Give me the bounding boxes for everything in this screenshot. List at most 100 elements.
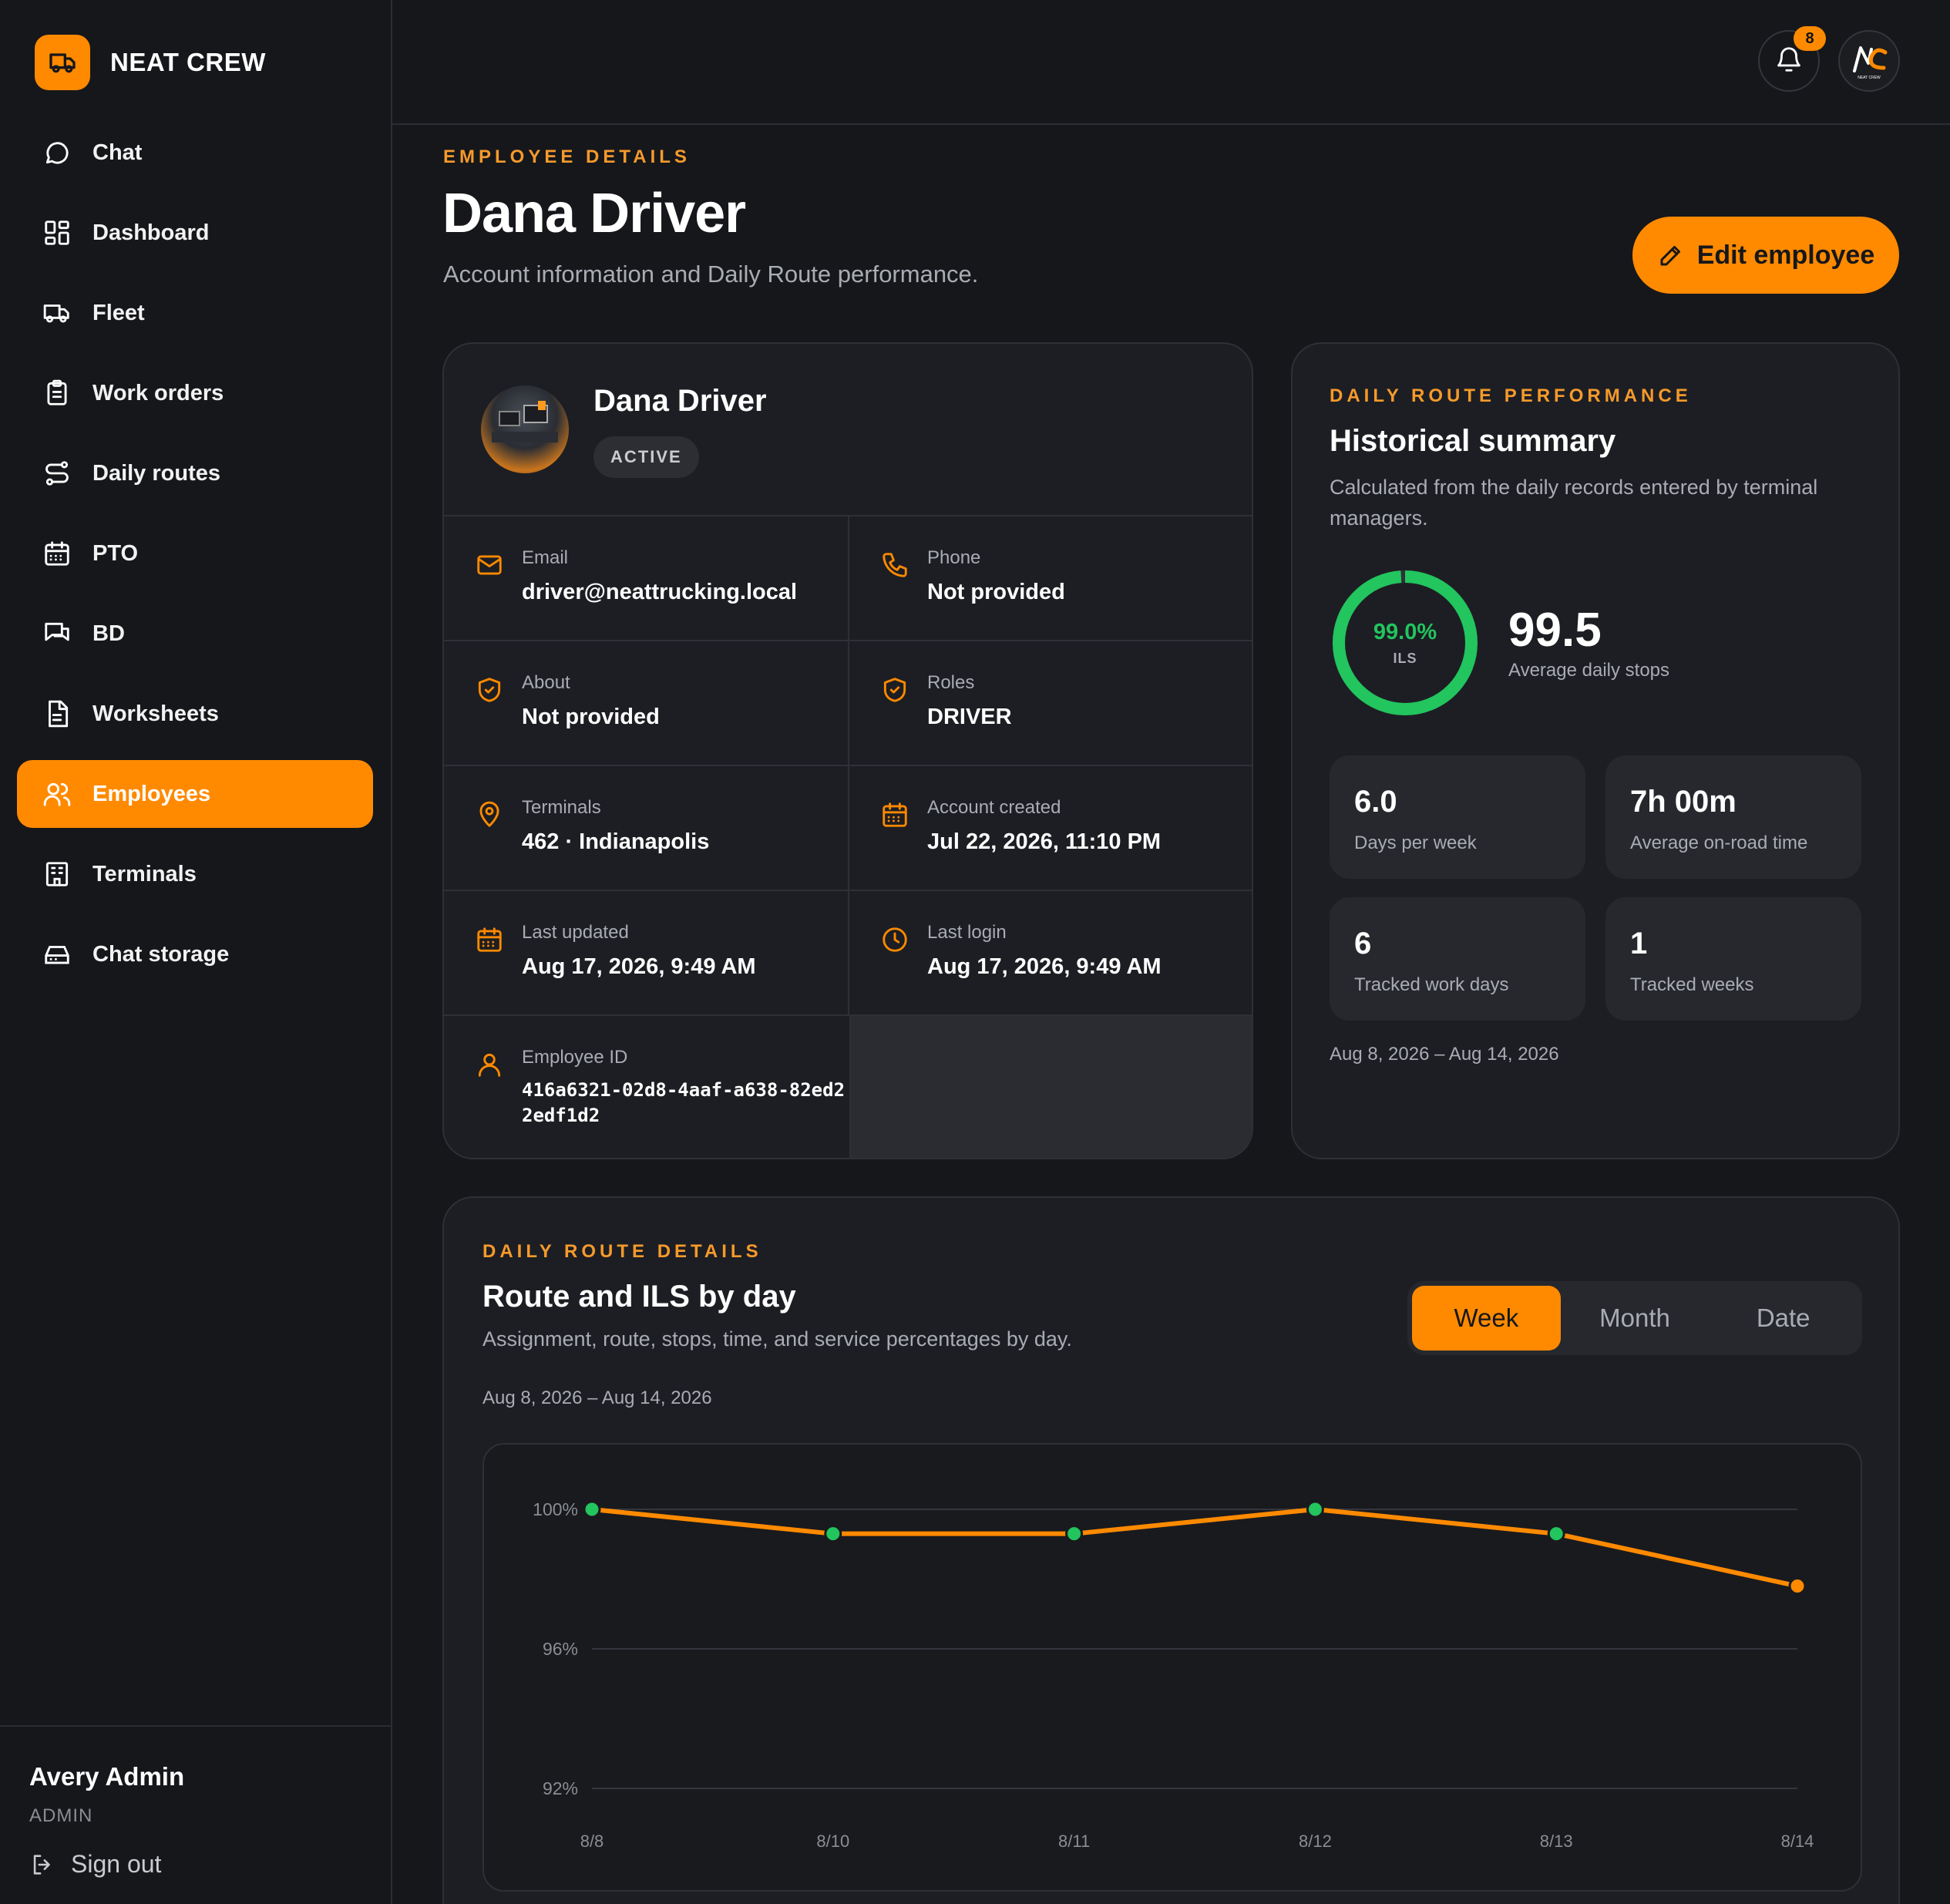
avg-stops-label: Average daily stops: [1508, 660, 1670, 681]
messages-icon: [42, 618, 72, 649]
sidebar-item-label: PTO: [92, 540, 139, 566]
sidebar-item-fleet[interactable]: Fleet: [17, 279, 373, 347]
stat-tile: 6 Tracked work days: [1330, 897, 1585, 1021]
field-value: Aug 17, 2026, 9:49 AM: [522, 954, 756, 979]
sidebar-item-chat-storage[interactable]: Chat storage: [17, 920, 373, 988]
performance-eyebrow: DAILY ROUTE PERFORMANCE: [1330, 385, 1692, 406]
status-badge: ACTIVE: [593, 436, 699, 478]
field-about: About Not provided: [444, 641, 848, 766]
building-icon: [42, 859, 72, 890]
field-value: Aug 17, 2026, 9:49 AM: [927, 954, 1162, 979]
clock-icon: [880, 925, 909, 954]
field-employee-id: Employee ID 416a6321-02d8-4aaf-a638-82ed…: [444, 1016, 848, 1158]
field-label: About: [522, 672, 570, 693]
sidebar-item-bd[interactable]: BD: [17, 600, 373, 668]
logout-icon: [29, 1852, 55, 1878]
sidebar-item-label: Terminals: [92, 861, 197, 886]
mail-icon: [475, 550, 504, 580]
document-icon: [42, 698, 72, 729]
sidebar-item-label: Daily routes: [92, 460, 220, 486]
avg-stops-value: 99.5: [1508, 604, 1602, 657]
profile-name: Dana Driver: [593, 384, 767, 418]
data-point: [1547, 1525, 1565, 1543]
field-value: driver@neattrucking.local: [522, 580, 798, 604]
field-label: Email: [522, 547, 569, 568]
sidebar-item-pto[interactable]: PTO: [17, 520, 373, 587]
field-label: Terminals: [522, 797, 601, 818]
stat-value: 6.0: [1354, 785, 1397, 819]
user-name: Avery Admin: [29, 1762, 185, 1791]
stat-value: 6: [1354, 927, 1372, 960]
stat-value: 1: [1630, 927, 1648, 960]
route-date-range: Aug 8, 2026 – Aug 14, 2026: [482, 1388, 712, 1408]
stat-label: Tracked work days: [1354, 974, 1509, 995]
edit-employee-button[interactable]: Edit employee: [1632, 217, 1899, 294]
sidebar-item-daily-routes[interactable]: Daily routes: [17, 439, 373, 507]
sidebar-item-label: Worksheets: [92, 701, 219, 726]
user-icon: [475, 1050, 504, 1079]
y-tick-label: 100%: [533, 1499, 578, 1519]
truck-icon: [42, 298, 72, 328]
y-tick-label: 96%: [543, 1639, 578, 1659]
calendar-icon: [880, 800, 909, 829]
sidebar-item-worksheets[interactable]: Worksheets: [17, 680, 373, 748]
x-tick-label: 8/12: [1299, 1832, 1332, 1851]
dashboard-icon: [42, 217, 72, 248]
sidebar-item-terminals[interactable]: Terminals: [17, 840, 373, 908]
stat-tile: 1 Tracked weeks: [1605, 897, 1861, 1021]
page-subtitle: Account information and Daily Route perf…: [443, 261, 979, 288]
route-subtitle: Assignment, route, stops, time, and serv…: [482, 1327, 1072, 1351]
brand[interactable]: NEAT CREW: [35, 35, 266, 90]
sidebar-item-chat[interactable]: Chat: [17, 119, 373, 187]
field-label: Last login: [927, 922, 1007, 943]
field-last-login: Last login Aug 17, 2026, 9:49 AM: [848, 891, 1252, 1016]
field-label: Account created: [927, 797, 1061, 818]
field-value: 416a6321-02d8-4aaf-a638-82ed22edf1d2: [522, 1079, 846, 1126]
field-value: 462 · Indianapolis: [522, 829, 710, 854]
field-roles: Roles DRIVER: [848, 641, 1252, 766]
page-title: Dana Driver: [442, 183, 746, 244]
stat-label: Days per week: [1354, 833, 1477, 853]
svg-text:NEAT CREW: NEAT CREW: [1858, 76, 1881, 80]
tab-month[interactable]: Month: [1561, 1286, 1710, 1351]
chart-svg: 100% 96% 92% 8/8 8/10 8/11 8/12 8/13 8/14: [533, 1499, 1814, 1851]
ils-percent: 99.0%: [1373, 620, 1437, 644]
sidebar-item-label: Work orders: [92, 380, 224, 405]
sidebar-item-work-orders[interactable]: Work orders: [17, 359, 373, 427]
stat-label: Average on-road time: [1630, 833, 1808, 853]
tab-date[interactable]: Date: [1709, 1286, 1858, 1351]
performance-card: DAILY ROUTE PERFORMANCE Historical summa…: [1291, 342, 1900, 1159]
sidebar-item-label: Chat storage: [92, 941, 230, 967]
storage-icon: [42, 939, 72, 970]
sidebar-item-dashboard[interactable]: Dashboard: [17, 199, 373, 267]
stat-value: 7h 00m: [1630, 785, 1737, 819]
notification-badge: 8: [1794, 26, 1826, 51]
profile-header: Dana Driver ACTIVE: [444, 344, 1252, 516]
x-tick-label: 8/8: [580, 1832, 604, 1851]
field-label: Roles: [927, 672, 975, 693]
performance-date-range: Aug 8, 2026 – Aug 14, 2026: [1330, 1044, 1559, 1065]
edit-employee-label: Edit employee: [1696, 240, 1875, 270]
sign-out-button[interactable]: Sign out: [29, 1850, 161, 1879]
clipboard-icon: [42, 378, 72, 409]
series-line: [590, 1507, 1800, 1589]
data-point: [1306, 1500, 1324, 1519]
account-avatar[interactable]: NEAT CREW: [1838, 30, 1900, 92]
truck-icon: [35, 35, 90, 90]
field-value: Jul 22, 2026, 11:10 PM: [927, 829, 1162, 854]
tab-week[interactable]: Week: [1412, 1286, 1561, 1351]
shield-check-icon: [475, 675, 504, 705]
data-point: [1788, 1577, 1807, 1596]
x-tick-label: 8/10: [816, 1832, 849, 1851]
calendar-icon: [475, 925, 504, 954]
brand-name: NEAT CREW: [110, 48, 266, 76]
sidebar-item-label: BD: [92, 621, 125, 646]
sidebar-item-employees[interactable]: Employees: [17, 760, 373, 828]
empty-cell: [849, 1016, 1252, 1158]
x-tick-label: 8/11: [1058, 1832, 1090, 1851]
sign-out-label: Sign out: [71, 1850, 162, 1878]
route-title: Route and ILS by day: [482, 1280, 796, 1314]
x-tick-label: 8/13: [1540, 1832, 1573, 1851]
stat-tile: 7h 00m Average on-road time: [1605, 755, 1861, 879]
field-last-updated: Last updated Aug 17, 2026, 9:49 AM: [444, 891, 848, 1016]
